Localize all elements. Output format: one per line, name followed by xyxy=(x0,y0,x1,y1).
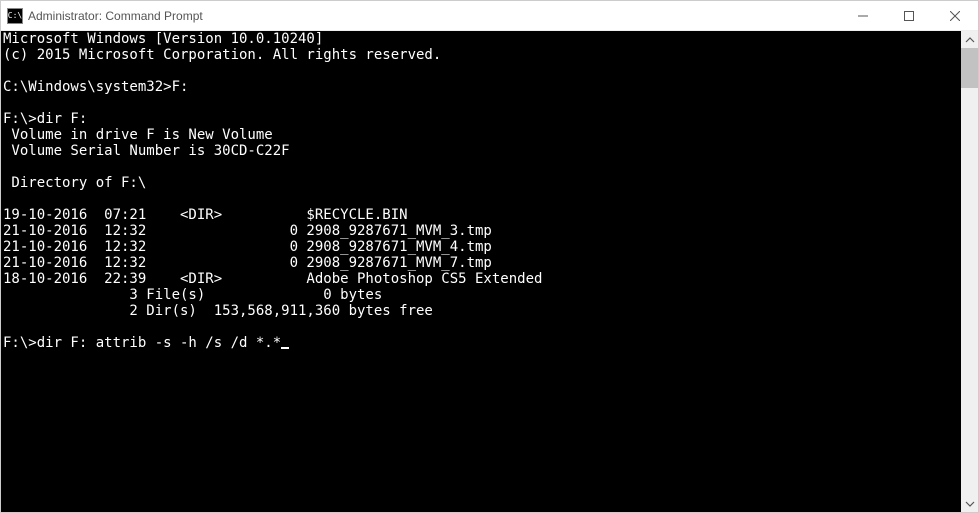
window-controls xyxy=(840,1,978,30)
console-area: Microsoft Windows [Version 10.0.10240] (… xyxy=(1,31,978,512)
minimize-button[interactable] xyxy=(840,1,886,30)
scroll-down-button[interactable] xyxy=(961,495,978,512)
text-cursor xyxy=(281,347,289,349)
scroll-up-button[interactable] xyxy=(961,31,978,48)
vertical-scrollbar[interactable] xyxy=(961,31,978,512)
titlebar: C:\ Administrator: Command Prompt xyxy=(1,1,978,31)
console-output[interactable]: Microsoft Windows [Version 10.0.10240] (… xyxy=(1,31,961,512)
cmd-icon: C:\ xyxy=(7,8,23,24)
window-title: Administrator: Command Prompt xyxy=(28,9,840,23)
maximize-button[interactable] xyxy=(886,1,932,30)
scroll-track[interactable] xyxy=(961,48,978,495)
scroll-thumb[interactable] xyxy=(961,48,978,88)
close-button[interactable] xyxy=(932,1,978,30)
